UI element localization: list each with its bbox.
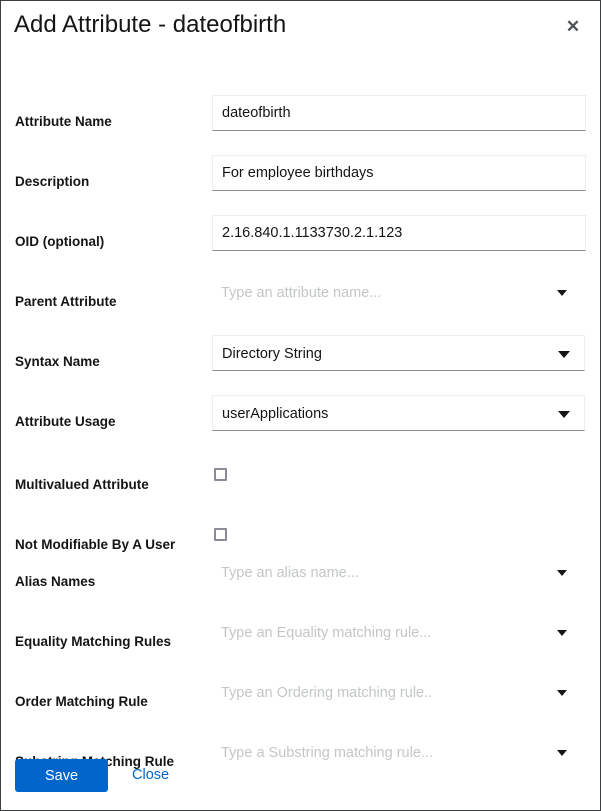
input-oid-optional[interactable] bbox=[212, 215, 586, 251]
chevron-down-icon[interactable] bbox=[557, 630, 567, 636]
chevron-down-icon[interactable] bbox=[558, 411, 570, 418]
select-value-syntax-name: Directory String bbox=[222, 336, 550, 372]
input-order-matching-rule[interactable] bbox=[221, 675, 541, 711]
checkbox-multivalued-attribute[interactable] bbox=[214, 468, 227, 481]
typeahead-equality-matching-rules[interactable] bbox=[212, 615, 586, 651]
chevron-down-icon[interactable] bbox=[558, 351, 570, 358]
label-parent-attribute: Parent Attribute bbox=[15, 293, 205, 311]
typeahead-order-matching-rule[interactable] bbox=[212, 675, 586, 711]
label-not-modifiable-by-a-user: Not Modifiable By A User bbox=[15, 536, 205, 554]
form-row-multivalued-attribute: Multivalued Attribute bbox=[1, 464, 601, 524]
close-icon[interactable]: ✕ bbox=[560, 13, 586, 39]
label-oid-optional: OID (optional) bbox=[15, 233, 205, 251]
select-value-attribute-usage: userApplications bbox=[222, 396, 550, 432]
chevron-down-icon[interactable] bbox=[557, 290, 567, 296]
modal-footer: Save Close bbox=[1, 753, 601, 811]
input-attribute-name[interactable] bbox=[212, 95, 586, 131]
input-description[interactable] bbox=[212, 155, 586, 191]
select-syntax-name[interactable]: Directory String bbox=[212, 335, 585, 371]
checkbox-not-modifiable-by-a-user[interactable] bbox=[214, 528, 227, 541]
modal-header: Add Attribute - dateofbirth ✕ bbox=[1, 1, 600, 49]
typeahead-parent-attribute[interactable] bbox=[212, 275, 586, 311]
save-button[interactable]: Save bbox=[15, 759, 108, 792]
page-title: Add Attribute - dateofbirth bbox=[14, 9, 286, 41]
typeahead-alias-names[interactable] bbox=[212, 555, 586, 591]
label-attribute-usage: Attribute Usage bbox=[15, 413, 205, 431]
label-syntax-name: Syntax Name bbox=[15, 353, 205, 371]
close-button[interactable]: Close bbox=[132, 759, 169, 792]
select-attribute-usage[interactable]: userApplications bbox=[212, 395, 585, 431]
label-alias-names: Alias Names bbox=[15, 573, 205, 591]
add-attribute-modal: Add Attribute - dateofbirth ✕ Attribute … bbox=[0, 0, 601, 811]
label-equality-matching-rules: Equality Matching Rules bbox=[15, 633, 205, 651]
label-multivalued-attribute: Multivalued Attribute bbox=[15, 476, 205, 494]
label-order-matching-rule: Order Matching Rule bbox=[15, 693, 205, 711]
chevron-down-icon[interactable] bbox=[557, 690, 567, 696]
chevron-down-icon[interactable] bbox=[557, 570, 567, 576]
input-parent-attribute[interactable] bbox=[221, 275, 541, 311]
input-alias-names[interactable] bbox=[221, 555, 541, 591]
label-attribute-name: Attribute Name bbox=[15, 113, 205, 131]
label-description: Description bbox=[15, 173, 205, 191]
input-equality-matching-rules[interactable] bbox=[221, 615, 541, 651]
form-row-attribute-usage: Attribute UsageuserApplications bbox=[1, 404, 601, 464]
